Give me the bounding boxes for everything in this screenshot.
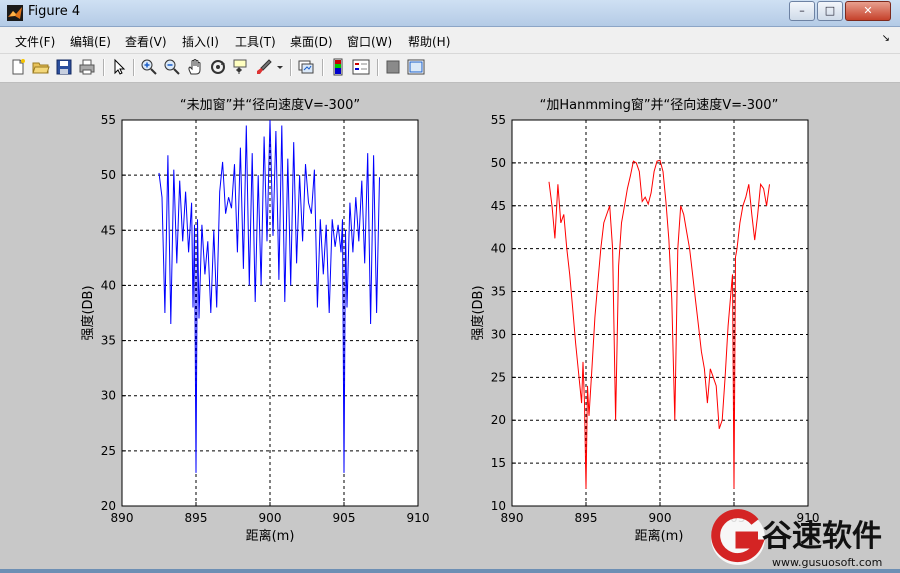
close-icon: ✕ — [863, 4, 873, 17]
print-icon[interactable] — [78, 58, 96, 76]
y-tick-label: 20 — [491, 413, 506, 427]
y-tick-label: 15 — [491, 456, 506, 470]
y-tick-label: 45 — [101, 223, 116, 237]
menu-view[interactable]: 查看(V) — [125, 33, 167, 50]
y-tick-label: 35 — [101, 334, 116, 348]
new-figure-icon[interactable] — [9, 58, 27, 76]
zoom-in-icon[interactable] — [140, 58, 158, 76]
y-tick-label: 50 — [491, 156, 506, 170]
menu-insert[interactable]: 插入(I) — [182, 33, 219, 50]
maximize-button[interactable]: □ — [817, 1, 843, 21]
pan-hand-icon[interactable] — [186, 58, 204, 76]
x-tick-label: 905 — [333, 511, 356, 525]
subplot-left-ylabel: 强度(DB) — [80, 285, 96, 340]
watermark-svg: 谷速软件 www.gusuosoft.com — [711, 509, 882, 569]
y-tick-label: 50 — [101, 168, 116, 182]
y-tick-label: 40 — [491, 242, 506, 256]
y-tick-label: 25 — [491, 370, 506, 384]
brush-dropdown-icon[interactable] — [275, 58, 285, 76]
hide-plot-tools-icon[interactable] — [384, 58, 402, 76]
subplot-left-xlabel: 距离(m) — [246, 528, 295, 544]
subplot-right-xlabel: 距离(m) — [635, 528, 684, 544]
plots-svg: “未加窗”并“径向速度V=-300” 890 895 900 905 910 20 25 30… — [80, 97, 819, 544]
x-tick-label: 890 — [501, 511, 524, 525]
x-tick-label: 890 — [111, 511, 134, 525]
minimize-button[interactable]: – — [789, 1, 815, 21]
figure-window: Figure 4 – □ ✕ 文件(F) 编辑(E) 查看(V) 插入(I) 工… — [0, 0, 900, 569]
maximize-icon: □ — [824, 4, 836, 17]
x-tick-label: 910 — [407, 511, 430, 525]
x-tick-label: 895 — [185, 511, 208, 525]
subplot-right-title: “加Hanmming窗”并“径向速度V=-300” — [540, 97, 779, 113]
subplot-right-ylabel: 强度(DB) — [470, 285, 486, 340]
menu-help[interactable]: 帮助(H) — [408, 33, 450, 50]
watermark-brand: 谷速软件 — [762, 519, 882, 554]
brush-icon[interactable] — [255, 58, 273, 76]
x-tick-label: 895 — [575, 511, 598, 525]
menu-desktop[interactable]: 桌面(D) — [290, 33, 333, 50]
data-cursor-icon[interactable] — [232, 58, 250, 76]
matlab-logo-icon — [7, 5, 23, 21]
legend-icon[interactable] — [352, 58, 370, 76]
toolbar-separator — [133, 59, 135, 76]
watermark-url: www.gusuosoft.com — [772, 556, 882, 569]
y-tick-label: 25 — [101, 444, 116, 458]
menu-tools[interactable]: 工具(T) — [235, 33, 276, 50]
x-tick-label: 900 — [259, 511, 282, 525]
y-tick-label: 55 — [101, 113, 116, 127]
y-tick-label: 20 — [101, 499, 116, 513]
dock-arrow-icon[interactable]: ↘ — [882, 33, 890, 44]
subplot-left: “未加窗”并“径向速度V=-300” 890 895 900 905 910 20 25 30… — [80, 97, 429, 544]
toolbar-separator — [377, 59, 379, 76]
show-plot-tools-icon[interactable] — [407, 58, 425, 76]
minimize-icon: – — [799, 4, 805, 17]
y-tick-label: 30 — [101, 389, 116, 403]
menu-bar: 文件(F) 编辑(E) 查看(V) 插入(I) 工具(T) 桌面(D) 窗口(W… — [0, 27, 900, 54]
zoom-out-icon[interactable] — [163, 58, 181, 76]
menu-file[interactable]: 文件(F) — [15, 33, 55, 50]
window-title: Figure 4 — [28, 4, 81, 19]
x-tick-label: 900 — [649, 511, 672, 525]
link-plot-icon[interactable] — [297, 58, 315, 76]
save-icon[interactable] — [55, 58, 73, 76]
menu-edit[interactable]: 编辑(E) — [70, 33, 111, 50]
rotate-3d-icon[interactable] — [209, 58, 227, 76]
y-tick-label: 35 — [491, 285, 506, 299]
watermark-logo: 谷速软件 www.gusuosoft.com — [700, 508, 900, 569]
y-tick-label: 55 — [491, 113, 506, 127]
y-tick-label: 45 — [491, 199, 506, 213]
y-tick-label: 10 — [491, 499, 506, 513]
toolbar-separator — [290, 59, 292, 76]
figure-canvas: “未加窗”并“径向速度V=-300” 890 895 900 905 910 20 25 30… — [8, 84, 892, 565]
toolbar-separator — [103, 59, 105, 76]
menu-window[interactable]: 窗口(W) — [347, 33, 392, 50]
figure-toolbar — [0, 54, 900, 83]
open-file-icon[interactable] — [32, 58, 50, 76]
pointer-icon[interactable] — [110, 58, 128, 76]
subplot-left-title: “未加窗”并“径向速度V=-300” — [180, 97, 360, 113]
y-tick-label: 40 — [101, 278, 116, 292]
y-tick-label: 30 — [491, 327, 506, 341]
title-bar[interactable]: Figure 4 – □ ✕ — [0, 0, 900, 27]
toolbar-separator — [322, 59, 324, 76]
subplot-right: “加Hanmming窗”并“径向速度V=-300” 89089590090591… — [470, 97, 819, 544]
close-button[interactable]: ✕ — [845, 1, 891, 21]
colorbar-icon[interactable] — [329, 58, 347, 76]
